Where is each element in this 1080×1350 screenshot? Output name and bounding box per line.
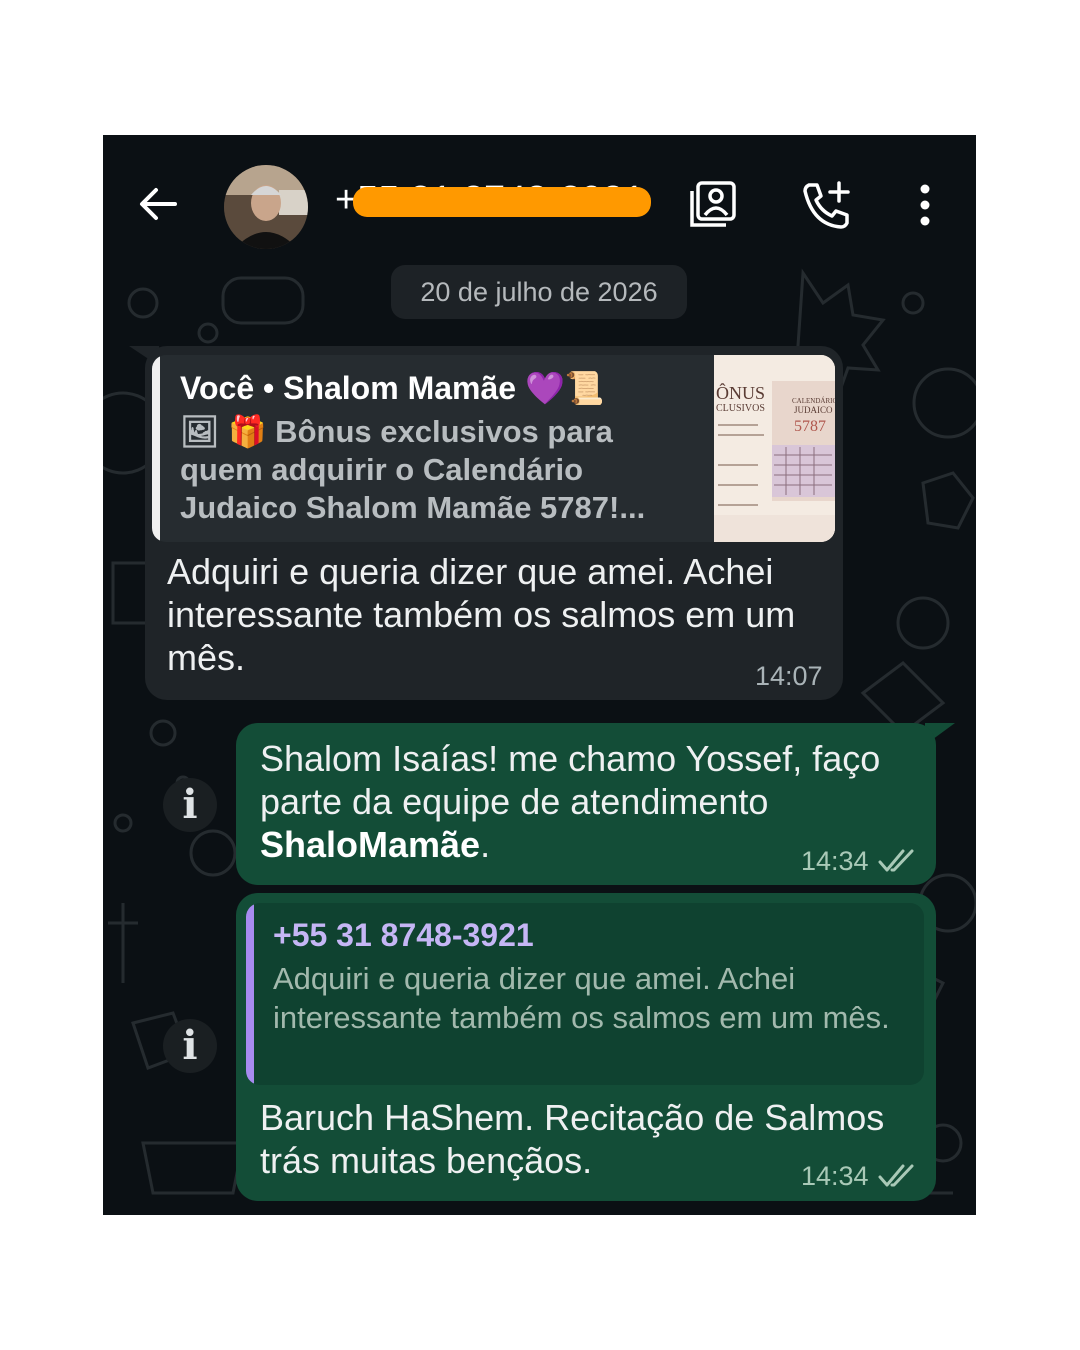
read-ticks-icon [878,849,914,872]
contact-avatar[interactable] [224,165,308,249]
message-time: 14:34 [801,846,869,876]
quote-text: Adquiri e queria dizer que amei. Achei i… [273,961,890,1035]
outgoing-message-text: Shalom Isaías! me chamo Yossef, faço par… [260,737,890,866]
svg-text:JUDAICO: JUDAICO [794,405,833,415]
redaction-mark [353,187,651,217]
arrow-left-icon[interactable] [137,183,179,225]
message-text-part: . [480,824,491,865]
contact-card-icon[interactable] [688,179,740,231]
quote-accent-bar [152,355,160,542]
info-icon[interactable]: i [163,778,217,832]
quote-accent-bar [246,903,254,1085]
chat-screen: +55 31 8748-3921 20 de julho de 2026 Voc… [103,135,976,1215]
read-ticks-icon [878,1164,914,1187]
message-time: 14:07 [755,661,823,691]
incoming-message-text: Adquiri e queria dizer que amei. Achei i… [167,551,796,678]
chat-header: +55 31 8748-3921 [103,135,976,263]
info-icon[interactable]: i [163,1019,217,1073]
svg-text:ÔNUS: ÔNUS [716,382,765,403]
quote-author: Você • Shalom Mamãe 💜📜 [180,370,605,406]
add-call-icon[interactable] [801,179,853,231]
quote-author: +55 31 8748-3921 [273,917,534,953]
message-bold-text: ShaloMamãe [260,824,481,865]
status-thumbnail[interactable]: ÔNUS CLUSIVOS CALENDÁRIO JUDAICO 5787 [714,355,835,542]
quoted-status-reply[interactable]: Você • Shalom Mamãe 💜📜 🖼 🎁 Bônus exclusi… [152,355,835,542]
quoted-message[interactable]: +55 31 8748-3921 Adquiri e queria dizer … [246,903,924,1085]
calendar-thumbnail-image: ÔNUS CLUSIVOS CALENDÁRIO JUDAICO 5787 [714,355,835,542]
more-vert-icon[interactable] [899,179,951,231]
svg-text:5787: 5787 [794,418,826,435]
svg-text:CALENDÁRIO: CALENDÁRIO [792,397,835,405]
message-time: 14:34 [801,1161,869,1191]
svg-text:CLUSIVOS: CLUSIVOS [716,403,765,414]
message-text-part: Shalom Isaías! me chamo Yossef, faço par… [260,738,881,822]
avatar-photo [224,165,308,249]
date-separator: 20 de julho de 2026 [391,265,687,319]
quote-text: 🖼 🎁 Bônus exclusivos para quem adquirir … [180,414,646,525]
